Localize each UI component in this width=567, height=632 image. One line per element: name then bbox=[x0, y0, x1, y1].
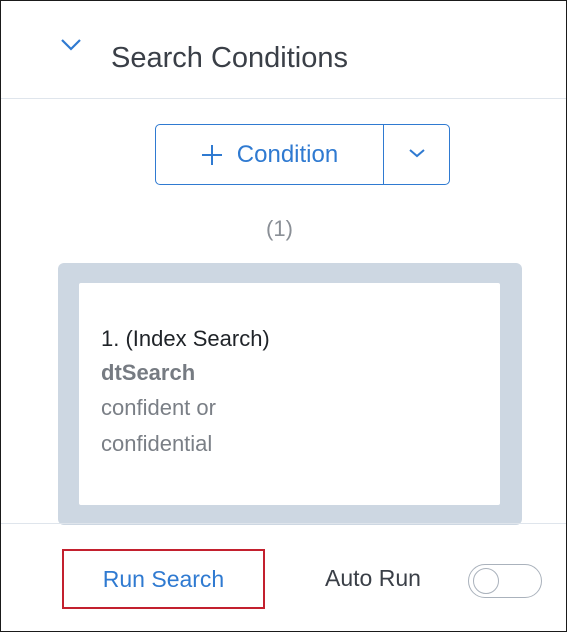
condition-type: dtSearch bbox=[101, 360, 196, 385]
condition-title: 1. (Index Search) bbox=[101, 326, 270, 351]
search-conditions-panel: Search Conditions Condition (1) 1. (Inde… bbox=[0, 0, 567, 632]
toggle-knob bbox=[473, 568, 499, 594]
run-search-button[interactable]: Run Search bbox=[62, 549, 265, 609]
plus-icon bbox=[201, 144, 223, 166]
auto-run-toggle[interactable] bbox=[468, 564, 542, 598]
add-condition-label: Condition bbox=[236, 140, 339, 168]
panel-header: Search Conditions bbox=[1, 1, 566, 99]
panel-title: Search Conditions bbox=[111, 42, 348, 74]
condition-card-container: 1. (Index Search) dtSearch confident or … bbox=[58, 263, 522, 525]
footer-divider bbox=[1, 523, 566, 524]
add-condition-button-group: Condition bbox=[155, 124, 450, 185]
chevron-down-icon bbox=[408, 146, 426, 164]
chevron-down-icon[interactable] bbox=[59, 37, 83, 53]
condition-terms: confident or confidential bbox=[101, 395, 216, 456]
add-condition-dropdown[interactable] bbox=[384, 125, 449, 184]
auto-run-label: Auto Run bbox=[325, 565, 421, 591]
condition-card[interactable]: 1. (Index Search) dtSearch confident or … bbox=[79, 283, 500, 505]
conditions-count: (1) bbox=[266, 216, 293, 241]
add-condition-button[interactable]: Condition bbox=[156, 125, 384, 184]
